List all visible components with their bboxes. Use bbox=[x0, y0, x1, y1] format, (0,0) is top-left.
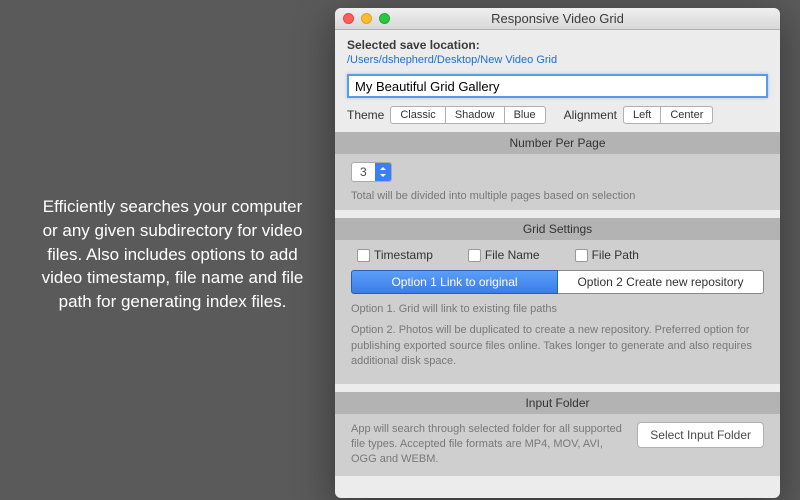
chevron-updown-icon bbox=[375, 163, 391, 181]
save-location-label: Selected save location: bbox=[347, 38, 768, 52]
save-location-path[interactable]: /Users/dshepherd/Desktop/New Video Grid bbox=[347, 54, 768, 66]
theme-classic-button[interactable]: Classic bbox=[390, 106, 445, 124]
theme-blue-button[interactable]: Blue bbox=[504, 106, 546, 124]
number-select-value: 3 bbox=[352, 165, 375, 179]
input-folder-body: App will search through selected folder … bbox=[335, 414, 780, 476]
filepath-label: File Path bbox=[592, 248, 639, 262]
number-per-page-body: 3 Total will be divided into multiple pa… bbox=[335, 154, 780, 210]
align-left-button[interactable]: Left bbox=[623, 106, 661, 124]
traffic-lights bbox=[343, 13, 390, 24]
input-folder-description: App will search through selected folder … bbox=[351, 422, 625, 468]
theme-segmented: Classic Shadow Blue bbox=[390, 106, 545, 124]
option2-repo-button[interactable]: Option 2 Create new repository bbox=[558, 270, 764, 294]
filename-label: File Name bbox=[485, 248, 540, 262]
alignment-segmented: Left Center bbox=[623, 106, 713, 124]
option1-link-button[interactable]: Option 1 Link to original bbox=[351, 270, 558, 294]
maximize-icon[interactable] bbox=[379, 13, 390, 24]
alignment-label: Alignment bbox=[564, 108, 617, 122]
option1-description: Option 1. Grid will link to existing fil… bbox=[351, 302, 764, 317]
option2-description: Option 2. Photos will be duplicated to c… bbox=[351, 323, 764, 369]
align-center-button[interactable]: Center bbox=[660, 106, 713, 124]
grid-settings-body: Timestamp File Name File Path Option 1 L… bbox=[335, 240, 780, 384]
minimize-icon[interactable] bbox=[361, 13, 372, 24]
grid-settings-header: Grid Settings bbox=[335, 218, 780, 240]
timestamp-label: Timestamp bbox=[374, 248, 433, 262]
gallery-title-input[interactable] bbox=[347, 74, 768, 98]
filepath-checkbox[interactable]: File Path bbox=[575, 248, 639, 262]
checkbox-icon bbox=[357, 249, 370, 262]
theme-shadow-button[interactable]: Shadow bbox=[445, 106, 505, 124]
timestamp-checkbox[interactable]: Timestamp bbox=[357, 248, 433, 262]
app-window: Responsive Video Grid Selected save loca… bbox=[335, 8, 780, 498]
number-select[interactable]: 3 bbox=[351, 162, 392, 182]
input-folder-header: Input Folder bbox=[335, 392, 780, 414]
checkbox-icon bbox=[575, 249, 588, 262]
select-input-folder-button[interactable]: Select Input Folder bbox=[637, 422, 764, 448]
titlebar[interactable]: Responsive Video Grid bbox=[335, 8, 780, 30]
number-per-page-header: Number Per Page bbox=[335, 132, 780, 154]
close-icon[interactable] bbox=[343, 13, 354, 24]
window-title: Responsive Video Grid bbox=[491, 11, 624, 26]
checkbox-icon bbox=[468, 249, 481, 262]
promo-description: Efficiently searches your computer or an… bbox=[35, 195, 310, 314]
theme-label: Theme bbox=[347, 108, 384, 122]
filename-checkbox[interactable]: File Name bbox=[468, 248, 540, 262]
number-hint: Total will be divided into multiple page… bbox=[351, 190, 764, 202]
